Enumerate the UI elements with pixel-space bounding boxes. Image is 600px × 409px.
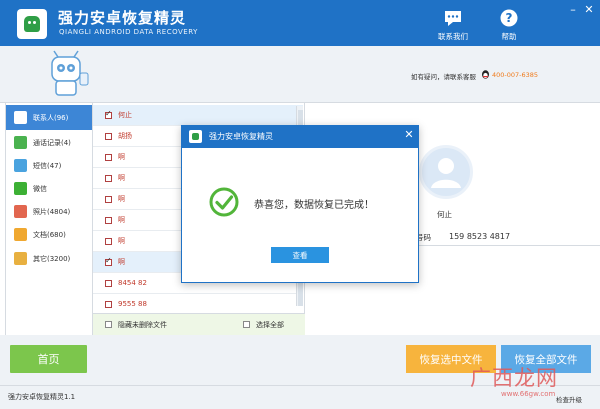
row-checkbox[interactable] [105,195,112,203]
row-checkbox[interactable] [105,153,112,161]
view-button[interactable]: 查看 [271,247,329,263]
contact-us-button[interactable]: 联系我们 [428,9,478,43]
app-logo [17,9,47,39]
contacts-icon [14,111,27,124]
phone-value: 159 8523 4817 [449,232,511,241]
sidebar-item-sms[interactable]: 短信(47) [6,153,92,178]
sidebar-item-photos[interactable]: 照片(4804) [6,199,92,224]
row-checkbox[interactable] [105,237,112,245]
hide-deleted-checkbox[interactable] [105,321,112,328]
support-phone[interactable]: 400-007-6385 [492,71,538,79]
row-checkbox[interactable] [105,174,112,182]
list-item[interactable]: 何止 [93,105,303,126]
row-checkbox[interactable] [105,279,112,287]
user-icon [431,158,461,188]
dialog-close-icon[interactable]: ✕ [403,128,415,142]
sidebar-item-label: 其它(3200) [33,254,71,263]
header-banner: 如有疑问，请联系客服 400-007-6385 [0,46,600,103]
avatar [419,145,473,199]
android-robot-icon [24,16,40,32]
category-sidebar: 联系人(96) 通话记录(4) 短信(47) 微信 照片(4804) 文档(68… [5,103,93,335]
row-checkbox[interactable] [105,300,112,308]
sidebar-item-wechat[interactable]: 微信 [6,176,92,201]
contact-us-label: 联系我们 [438,32,468,41]
help-label: 帮助 [501,32,517,41]
sidebar-item-label: 通话记录(4) [33,138,71,147]
wechat-icon [14,182,27,195]
row-checkbox[interactable] [105,256,112,266]
watermark: 广西龙网 [470,366,558,390]
watermark-url: www.66gw.com [501,390,556,398]
row-checkbox[interactable] [105,132,112,140]
minimize-icon[interactable]: – [566,4,580,16]
contact-name: 啊 [118,258,125,266]
divider [413,245,600,246]
dialog-message: 恭喜您，数据恢复已完成！ [254,200,374,211]
contact-name: 8454 82 [118,279,147,287]
list-footer: 隐藏未删除文件 选择全部 [93,313,305,335]
sidebar-item-label: 文档(680) [33,230,66,239]
contact-hint: 如有疑问，请联系客服 [411,73,476,81]
select-all-checkbox[interactable] [243,321,250,328]
app-icon [189,130,202,143]
help-button[interactable]: ? 帮助 [484,9,534,43]
document-icon [14,228,27,241]
svg-text:?: ? [506,11,513,25]
sidebar-item-documents[interactable]: 文档(680) [6,222,92,247]
dialog-title-bar: 强力安卓恢复精灵 ✕ [182,126,418,148]
phone-icon [14,136,27,149]
select-all-label: 选择全部 [256,320,284,329]
contact-name: 胡扬 [118,132,132,140]
row-checkbox[interactable] [105,109,112,119]
home-button[interactable]: 首页 [10,345,87,373]
contact-name: 啊 [118,195,125,203]
title-bar: 强力安卓恢复精灵 QIANGLI ANDROID DATA RECOVERY 联… [0,0,600,46]
sidebar-item-label: 微信 [33,184,47,193]
sidebar-item-call-log[interactable]: 通话记录(4) [6,130,92,155]
sidebar-item-label: 联系人(96) [33,113,69,122]
contact-name: 啊 [118,216,125,224]
sidebar-item-label: 照片(4804) [33,207,71,216]
dialog-title: 强力安卓恢复精灵 [209,132,273,141]
contact-name: 何止 [118,111,132,119]
check-update-link[interactable]: 检查升级 [556,394,582,404]
row-checkbox[interactable] [105,216,112,224]
grid-icon [14,252,27,265]
hide-deleted-label: 隐藏未删除文件 [118,320,167,329]
close-icon[interactable]: ✕ [582,4,596,16]
message-icon [14,159,27,172]
photo-icon [14,205,27,218]
completion-dialog: 强力安卓恢复精灵 ✕ 恭喜您，数据恢复已完成！ 查看 [181,125,419,283]
contact-name: 啊 [118,153,125,161]
sidebar-item-contacts[interactable]: 联系人(96) [6,105,92,130]
detail-name: 何止 [437,210,452,219]
chat-icon [445,11,461,26]
contact-name: 啊 [118,174,125,182]
contact-name: 9555 88 [118,300,147,308]
app-title: 强力安卓恢复精灵 [58,9,187,27]
success-check-icon [209,187,239,217]
version-label: 强力安卓恢复精灵1.1 [8,393,76,401]
list-item[interactable]: 9555 88 [93,294,303,315]
app-subtitle: QIANGLI ANDROID DATA RECOVERY [59,28,198,36]
sidebar-item-other[interactable]: 其它(3200) [6,246,92,271]
contact-name: 啊 [118,237,125,245]
robot-mascot-icon [51,50,89,96]
sidebar-item-label: 短信(47) [33,161,62,170]
help-icon: ? [500,9,518,27]
qq-penguin-icon[interactable] [481,70,490,79]
